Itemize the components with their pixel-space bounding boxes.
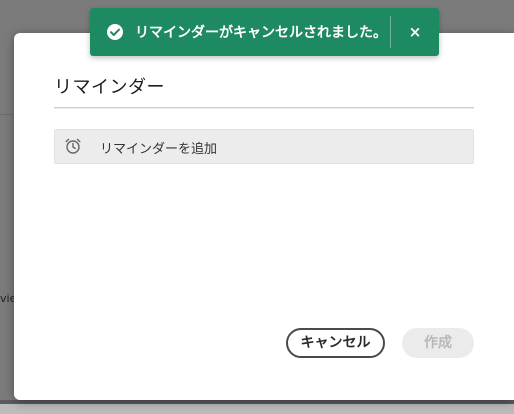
reminder-dialog: リマインダー リマインダーを追加 キャンセル 作成 <box>14 33 514 400</box>
toast-message: リマインダーがキャンセルされました。 <box>135 25 387 41</box>
toast-separator <box>390 16 391 48</box>
background-bottom-bar <box>0 400 514 414</box>
close-icon[interactable]: × <box>404 21 426 43</box>
add-reminder-button[interactable]: リマインダーを追加 <box>54 129 474 164</box>
cancel-button[interactable]: キャンセル <box>286 328 385 358</box>
title-divider <box>54 107 474 109</box>
alarm-clock-icon <box>64 137 82 155</box>
create-button[interactable]: 作成 <box>402 328 474 358</box>
toast-notification: リマインダーがキャンセルされました。 × <box>90 8 439 56</box>
background-truncated-text: view <box>0 292 14 305</box>
check-circle-icon <box>106 23 124 41</box>
dialog-title: リマインダー <box>54 77 165 98</box>
background-list-edge <box>0 68 14 115</box>
add-reminder-label: リマインダーを追加 <box>100 142 218 157</box>
